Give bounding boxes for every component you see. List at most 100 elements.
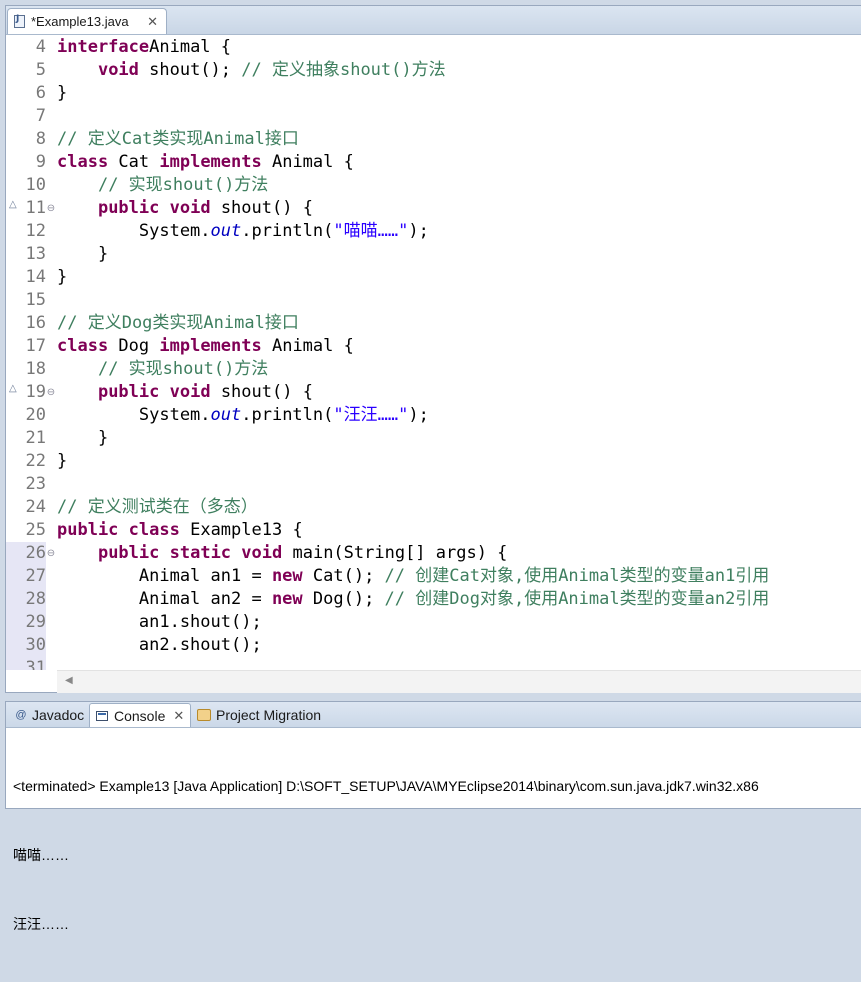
horizontal-scrollbar[interactable]: ◀ — [57, 670, 861, 693]
code-line[interactable]: 12 System.out.println("喵喵……"); — [6, 220, 861, 243]
code-area[interactable]: 4 interfaceAnimal {5 void shout(); // 定义抽… — [6, 35, 861, 670]
scroll-left-icon[interactable]: ◀ — [65, 675, 73, 686]
keyword: void — [169, 198, 211, 218]
code-line[interactable]: 18 // 实现shout()方法 — [6, 358, 861, 381]
code-token: main(String[] args) { — [282, 543, 508, 563]
code-line[interactable]: 11 △ ⊖ public void shout() { — [6, 197, 861, 220]
line-number: 8 — [35, 129, 46, 149]
tab-project-migration-label: Project Migration — [216, 707, 322, 723]
code-text: public class Example13 { — [57, 519, 303, 542]
tab-javadoc-label: Javadoc — [32, 707, 85, 723]
line-number: 23 — [25, 474, 46, 494]
keyword: new — [271, 566, 303, 586]
line-number: 25 — [25, 520, 46, 540]
line-number: 13 — [25, 244, 46, 264]
code-line[interactable]: 21 } — [6, 427, 861, 450]
line-number: 29 — [6, 611, 46, 634]
collapse-icon[interactable]: ⊖ — [46, 542, 56, 565]
line-number: 9 — [35, 152, 46, 172]
editor-tab-title: *Example13.java — [31, 14, 129, 29]
code-line[interactable]: 7 — [6, 105, 861, 128]
line-number: 5 — [35, 60, 46, 80]
code-token: Dog(); — [302, 589, 385, 609]
code-text: an2.shout(); — [57, 634, 262, 657]
code-line[interactable]: 9 class Cat implements Animal { — [6, 151, 861, 174]
close-icon[interactable]: ✕ — [147, 14, 158, 30]
code-token: Animal { — [261, 336, 354, 356]
collapse-icon[interactable]: ⊖ — [46, 381, 56, 404]
collapse-icon[interactable]: ⊖ — [46, 197, 56, 220]
code-editor[interactable]: *Example13.java ✕ 4interfaceAnimal {5 vo… — [5, 5, 861, 693]
code-line[interactable]: 22} — [6, 450, 861, 473]
code-line[interactable]: 6} — [6, 82, 861, 105]
code-line[interactable]: 4 interfaceAnimal { — [6, 36, 861, 59]
code-line[interactable]: 27 Animal an1 = new Cat(); // 创建Cat对象,使用… — [6, 565, 861, 588]
code-line[interactable]: 19 △ ⊖ public void shout() { — [6, 381, 861, 404]
code-token: Animal an1 = — [57, 566, 272, 586]
code-token: Cat — [108, 152, 160, 172]
field: out — [210, 405, 242, 425]
code-token: System. — [57, 221, 211, 241]
code-line[interactable]: 16 // 定义Dog类实现Animal接口 — [6, 312, 861, 335]
code-line[interactable]: 31 — [6, 657, 861, 670]
console-icon — [96, 710, 108, 721]
line-number: 24 — [25, 497, 46, 517]
line-number: 15 — [25, 290, 46, 310]
code-line[interactable]: 25 public class Example13 { — [6, 519, 861, 542]
code-line[interactable]: 24 // 定义测试类在（多态） — [6, 496, 861, 519]
override-icon: △ — [9, 199, 17, 210]
line-number: 7 — [35, 106, 46, 126]
code-line[interactable]: 30 an2.shout(); — [6, 634, 861, 657]
code-text: // 定义测试类在（多态） — [57, 496, 258, 519]
code-token: } — [57, 244, 109, 264]
code-line[interactable]: 20 System.out.println("汪汪……"); — [6, 404, 861, 427]
code-line[interactable]: 15 — [6, 289, 861, 312]
line-number: 22 — [25, 451, 46, 471]
code-token: Animal { — [261, 152, 354, 172]
code-text: interfaceAnimal { — [57, 36, 231, 59]
line-number: 6 — [35, 83, 46, 103]
keyword: class — [57, 336, 109, 356]
code-line[interactable]: 10 // 实现shout()方法 — [6, 174, 861, 197]
code-line[interactable]: 14} — [6, 266, 861, 289]
code-text: public void shout() { — [57, 381, 313, 404]
tab-console[interactable]: Console ✕ — [89, 703, 192, 727]
code-text: Animal an1 = new Cat(); // 创建Cat对象,使用Ani… — [57, 565, 769, 588]
editor-tab-example13[interactable]: *Example13.java ✕ — [7, 8, 167, 34]
tab-javadoc[interactable]: @ Javadoc — [8, 703, 90, 727]
code-line[interactable]: 23 — [6, 473, 861, 496]
string-literal: "汪汪……" — [333, 405, 409, 425]
keyword: public — [97, 543, 160, 563]
line-number: 4 — [35, 37, 46, 57]
console-output[interactable]: <terminated> Example13 [Java Application… — [13, 729, 759, 982]
code-token: .println( — [241, 405, 334, 425]
code-text: public void shout() { — [57, 197, 313, 220]
editor-tab-bar: *Example13.java ✕ — [6, 6, 861, 35]
tab-project-migration[interactable]: Project Migration — [191, 703, 327, 727]
keyword: public — [97, 198, 160, 218]
line-number: 30 — [6, 634, 46, 657]
code-token: Animal an2 = — [57, 589, 272, 609]
console-output-line: 汪汪…… — [13, 916, 69, 932]
code-line[interactable]: 17 class Dog implements Animal { — [6, 335, 861, 358]
code-line[interactable]: 5 void shout(); // 定义抽象shout()方法 — [6, 59, 861, 82]
code-token: .println( — [241, 221, 334, 241]
code-line[interactable]: 8 // 定义Cat类实现Animal接口 — [6, 128, 861, 151]
code-line[interactable]: 29 an1.shout(); — [6, 611, 861, 634]
comment: // 创建Cat对象,使用Animal类型的变量an1引用 — [384, 566, 770, 586]
code-line[interactable]: 26 ⊖ public static void main(String[] arg… — [6, 542, 861, 565]
code-line[interactable]: 28 Animal an2 = new Dog(); // 创建Dog对象,使用… — [6, 588, 861, 611]
code-token: } — [57, 267, 68, 287]
javadoc-icon: @ — [15, 709, 27, 721]
code-token: an2.shout(); — [57, 635, 262, 655]
keyword: implements — [159, 336, 262, 356]
code-text: Animal an2 = new Dog(); // 创建Dog对象,使用Ani… — [57, 588, 769, 611]
close-icon[interactable]: ✕ — [173, 708, 184, 724]
keyword: new — [271, 589, 303, 609]
code-line[interactable]: 13 } — [6, 243, 861, 266]
tab-console-label: Console — [114, 707, 166, 724]
